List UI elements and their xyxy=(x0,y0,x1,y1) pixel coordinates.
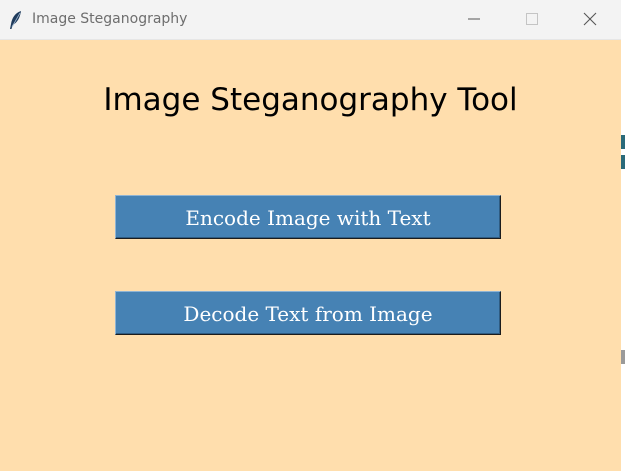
background-desktop-mark xyxy=(621,350,625,364)
minimize-button[interactable] xyxy=(451,0,497,39)
feather-icon xyxy=(8,10,24,30)
maximize-button[interactable] xyxy=(509,0,555,39)
window-title: Image Steganography xyxy=(32,11,188,27)
background-desktop-mark xyxy=(621,155,625,169)
close-button[interactable] xyxy=(567,0,613,39)
encode-image-button[interactable]: Encode Image with Text xyxy=(115,195,501,239)
background-desktop-mark xyxy=(621,135,625,149)
close-icon xyxy=(583,12,597,26)
title-bar[interactable]: Image Steganography xyxy=(0,0,621,40)
minimize-icon xyxy=(468,18,480,20)
background-desktop-strip xyxy=(621,0,625,471)
page-title: Image Steganography Tool xyxy=(103,82,518,118)
app-window: Image Steganography Image Steganography … xyxy=(0,0,622,471)
maximize-icon xyxy=(526,13,538,25)
decode-text-button[interactable]: Decode Text from Image xyxy=(115,291,501,335)
